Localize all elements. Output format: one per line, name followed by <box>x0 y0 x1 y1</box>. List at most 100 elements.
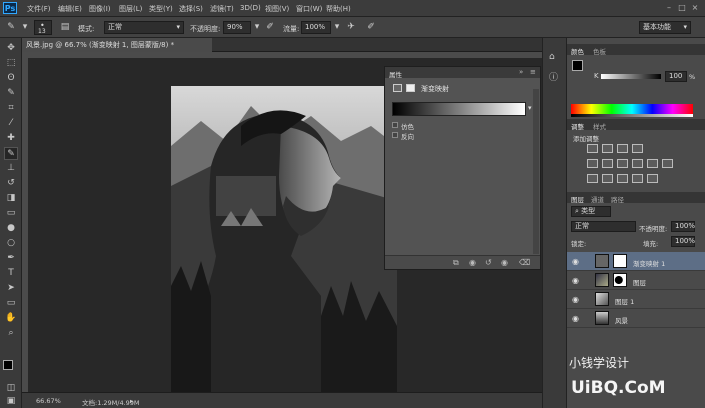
layer-row-gradient-map[interactable]: ◉ 渐变映射 1 <box>567 252 705 271</box>
hand-tool-icon[interactable]: ✋ <box>4 312 18 325</box>
menu-image[interactable]: 图像(I) <box>89 4 111 14</box>
marquee-tool-icon[interactable]: ⬚ <box>4 57 18 70</box>
move-tool-icon[interactable]: ✥ <box>4 42 18 55</box>
visibility-icon[interactable]: ◉ <box>501 258 508 267</box>
gradient-map-icon[interactable] <box>632 174 643 183</box>
menu-edit[interactable]: 编辑(E) <box>58 4 82 14</box>
menu-layer[interactable]: 图层(L) <box>119 4 142 14</box>
curves-icon[interactable] <box>617 144 628 153</box>
color-foreground-swatch[interactable] <box>572 60 583 71</box>
tab-swatches[interactable]: 色板 <box>593 46 606 56</box>
mask-icon[interactable] <box>406 84 415 92</box>
minimize-button[interactable]: – <box>664 3 674 13</box>
eraser-tool-icon[interactable]: ◨ <box>4 192 18 205</box>
dither-checkbox[interactable] <box>392 122 398 128</box>
chevron-down-icon[interactable]: ▾ <box>528 104 532 112</box>
fill-field[interactable]: 100% <box>671 236 695 247</box>
levels-icon[interactable] <box>602 144 613 153</box>
posterize-icon[interactable] <box>602 174 613 183</box>
brush-panel-icon[interactable]: ▤ <box>58 21 72 34</box>
menu-3d[interactable]: 3D(D) <box>240 4 261 12</box>
mode-select[interactable]: 正常 ▾ <box>104 21 184 34</box>
maximize-button[interactable]: □ <box>677 3 687 13</box>
black-white-icon[interactable] <box>632 159 643 168</box>
tab-layers[interactable]: 图层 <box>571 194 584 204</box>
menu-filter[interactable]: 滤镜(T) <box>210 4 234 14</box>
properties-scrollbar[interactable] <box>533 89 539 254</box>
panel-menu-icon[interactable]: ≡ <box>530 68 536 76</box>
brightness-icon[interactable] <box>587 144 598 153</box>
pressure-size-icon[interactable]: ✐ <box>364 21 378 34</box>
layer-mask-thumbnail[interactable] <box>613 254 627 268</box>
eye-icon[interactable]: ◉ <box>572 257 579 266</box>
grayscale-ramp[interactable] <box>571 114 693 117</box>
dodge-tool-icon[interactable]: ○ <box>4 237 18 250</box>
menu-select[interactable]: 选择(S) <box>179 4 203 14</box>
workspace-select[interactable]: 基本功能 ▾ <box>639 21 691 34</box>
opacity-field[interactable]: 90% <box>223 21 251 34</box>
eye-icon[interactable]: ◉ <box>572 314 579 323</box>
quick-select-tool-icon[interactable]: ✎ <box>4 87 18 100</box>
foreground-color-swatch[interactable] <box>3 360 13 370</box>
collapse-icon[interactable]: » <box>519 68 523 76</box>
chevron-down-icon[interactable]: ▾ <box>20 21 30 34</box>
layer-row-landscape[interactable]: ◉ 风景 <box>567 309 705 328</box>
lasso-tool-icon[interactable]: ʘ <box>4 72 18 85</box>
layer-filter-select[interactable]: ⌕ 类型 <box>571 206 611 217</box>
channel-mixer-icon[interactable] <box>662 159 673 168</box>
blend-mode-select[interactable]: 正常 <box>571 221 636 232</box>
chevron-right-icon[interactable]: ▸ <box>130 397 133 405</box>
invert-icon[interactable] <box>587 174 598 183</box>
clip-icon[interactable]: ⧉ <box>453 258 459 268</box>
menu-file[interactable]: 文件(F) <box>27 4 51 14</box>
pressure-opacity-icon[interactable]: ✐ <box>263 21 277 34</box>
close-button[interactable]: × <box>690 3 700 13</box>
threshold-icon[interactable] <box>617 174 628 183</box>
history-icon[interactable]: ⌂ <box>549 52 555 62</box>
layer-row-image[interactable]: ◉ 图层 <box>567 271 705 290</box>
layer-opacity-field[interactable]: 100% <box>671 221 695 232</box>
healing-tool-icon[interactable]: ✚ <box>4 132 18 145</box>
view-previous-icon[interactable]: ◉ <box>469 258 476 267</box>
history-brush-tool-icon[interactable]: ↺ <box>4 177 18 190</box>
vibrance-icon[interactable] <box>587 159 598 168</box>
tab-styles[interactable]: 样式 <box>593 121 606 131</box>
eye-icon[interactable]: ◉ <box>572 295 579 304</box>
tab-adjustments[interactable]: 调整 <box>571 121 584 131</box>
stamp-tool-icon[interactable]: ⊥ <box>4 162 18 175</box>
pen-tool-icon[interactable]: ✒ <box>4 252 18 265</box>
chevron-down-icon[interactable]: ▾ <box>253 21 261 34</box>
path-select-tool-icon[interactable]: ➤ <box>4 282 18 295</box>
menu-type[interactable]: 类型(Y) <box>149 4 173 14</box>
trash-icon[interactable]: ⌫ <box>519 258 530 267</box>
flow-field[interactable]: 100% <box>301 21 331 34</box>
menu-help[interactable]: 帮助(H) <box>326 4 351 14</box>
tab-channels[interactable]: 通道 <box>591 194 604 204</box>
menu-view[interactable]: 视图(V) <box>265 4 289 14</box>
zoom-tool-icon[interactable]: ⌕ <box>4 327 18 340</box>
tab-paths[interactable]: 路径 <box>611 194 624 204</box>
quick-mask-icon[interactable]: ◫ <box>4 382 18 395</box>
brush-tool-icon[interactable]: ✎ <box>4 147 18 160</box>
exposure-icon[interactable] <box>632 144 643 153</box>
k-value-field[interactable]: 100 <box>665 71 687 82</box>
color-spectrum[interactable] <box>571 104 693 114</box>
reverse-checkbox[interactable] <box>392 132 398 138</box>
info-icon[interactable]: ⓘ <box>549 70 558 83</box>
selective-color-icon[interactable] <box>647 174 658 183</box>
color-balance-icon[interactable] <box>617 159 628 168</box>
brush-preset-picker[interactable]: • 13 <box>34 20 52 35</box>
crop-tool-icon[interactable]: ⌗ <box>4 102 18 115</box>
layer-mask-thumbnail[interactable] <box>613 273 627 287</box>
gradient-tool-icon[interactable]: ▭ <box>4 207 18 220</box>
screen-mode-icon[interactable]: ▣ <box>4 395 18 408</box>
tab-color[interactable]: 颜色 <box>571 46 584 56</box>
shape-tool-icon[interactable]: ▭ <box>4 297 18 310</box>
k-slider[interactable] <box>601 74 661 79</box>
brush-tool-icon[interactable]: ✎ <box>4 21 18 34</box>
menu-window[interactable]: 窗口(W) <box>296 4 322 14</box>
gradient-preview-bar[interactable] <box>392 102 526 116</box>
blur-tool-icon[interactable]: ● <box>4 222 18 235</box>
airbrush-icon[interactable]: ✈ <box>344 21 358 34</box>
eye-icon[interactable]: ◉ <box>572 276 579 285</box>
